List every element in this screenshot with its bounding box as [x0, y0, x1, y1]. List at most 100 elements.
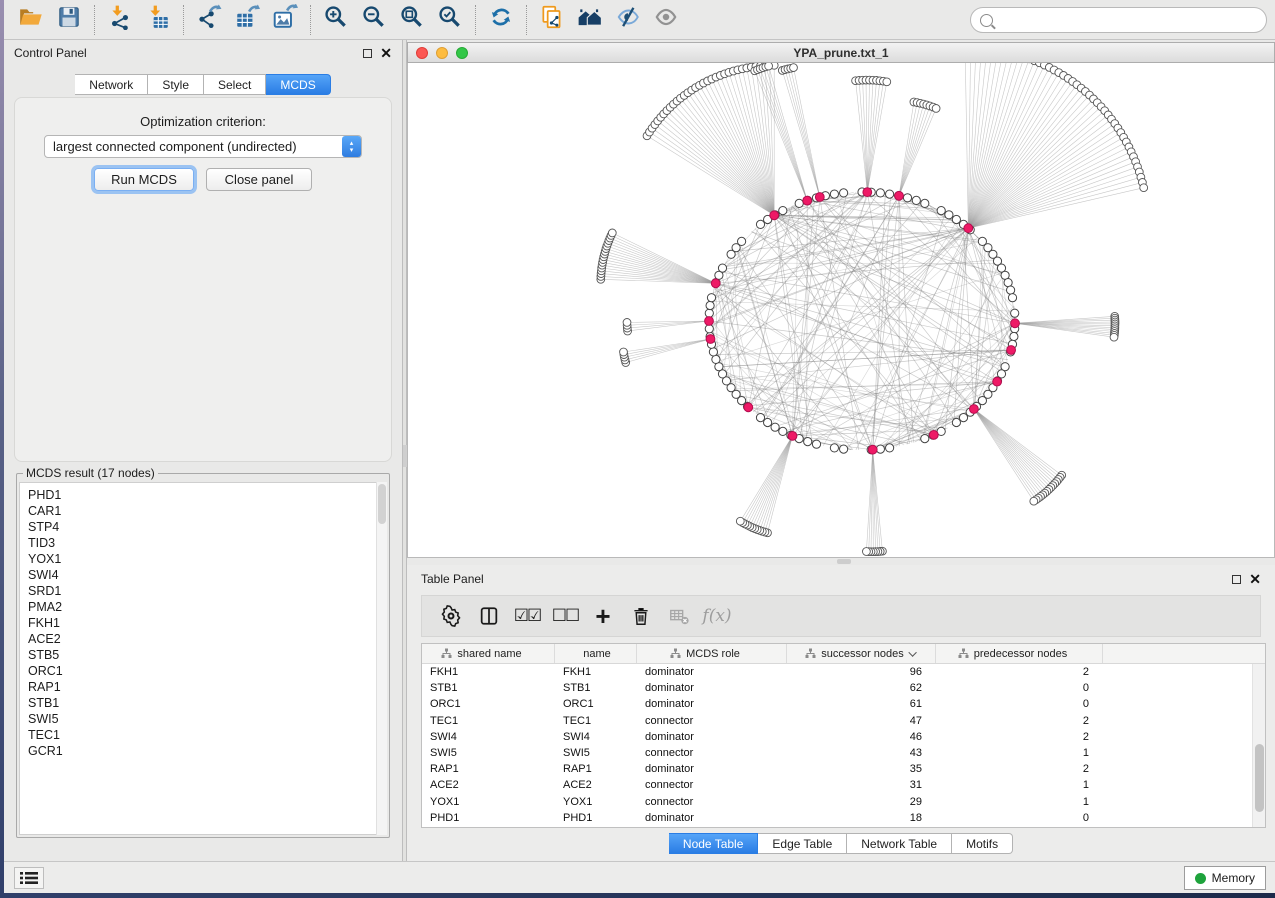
mcds-result-item[interactable]: SWI5	[28, 711, 386, 727]
mcds-result-item[interactable]: ACE2	[28, 631, 386, 647]
table-panel-title: Table Panel	[421, 572, 484, 586]
task-list-button[interactable]	[14, 867, 44, 889]
delete-table-button	[662, 599, 696, 633]
mcds-result-item[interactable]: FKH1	[28, 615, 386, 631]
optimization-criterion-select[interactable]: largest connected component (undirected)…	[44, 135, 362, 158]
table-row[interactable]: RAP1 RAP1 dominator 35 2	[422, 761, 1265, 777]
table-row[interactable]: ORC1 ORC1 dominator 61 0	[422, 696, 1265, 712]
mcds-result-item[interactable]: PHD1	[28, 487, 386, 503]
table-panel-header: Table Panel ✕	[407, 565, 1275, 593]
mcds-result-item[interactable]: CAR1	[28, 503, 386, 519]
select-all-button[interactable]: ☑☑	[510, 599, 544, 633]
show-columns-button[interactable]	[472, 599, 506, 633]
refresh-icon	[488, 4, 514, 35]
table-row[interactable]: STB1 STB1 dominator 62 0	[422, 680, 1265, 696]
mcds-result-item[interactable]: ORC1	[28, 663, 386, 679]
deselect-all-button[interactable]: ☐☐	[548, 599, 582, 633]
mcds-result-item[interactable]: STB1	[28, 695, 386, 711]
network-graph[interactable]	[408, 63, 1275, 558]
hide-selected-button[interactable]	[609, 3, 647, 37]
zoom-in-icon	[323, 4, 349, 35]
export-image-button[interactable]	[266, 3, 304, 37]
run-mcds-button[interactable]: Run MCDS	[94, 168, 194, 191]
status-bar: Memory	[4, 861, 1275, 893]
open-session-button[interactable]	[12, 3, 50, 37]
table-tab[interactable]: Node Table	[669, 833, 759, 854]
app-window: Control Panel ✕ NetworkStyleSelectMCDS O…	[4, 0, 1275, 893]
control-panel-tabs: NetworkStyleSelectMCDS	[4, 74, 402, 95]
column-header[interactable]: name	[555, 644, 637, 663]
table-row[interactable]: TEC1 TEC1 connector 47 2	[422, 713, 1265, 729]
zoom-in-button[interactable]	[317, 3, 355, 37]
add-column-button[interactable]: +	[586, 599, 620, 633]
import-network-button[interactable]	[101, 3, 139, 37]
table-row[interactable]: FKH1 FKH1 dominator 96 2	[422, 664, 1265, 680]
import-table-button[interactable]	[139, 3, 177, 37]
control-panel-tab[interactable]: Network	[75, 74, 148, 95]
zoom-fit-button[interactable]	[393, 3, 431, 37]
control-panel-tab[interactable]: MCDS	[266, 74, 330, 95]
memory-label: Memory	[1212, 871, 1255, 885]
show-eye-button[interactable]	[647, 3, 685, 37]
table-row[interactable]: YOX1 YOX1 connector 29 1	[422, 794, 1265, 810]
mcds-result-item[interactable]: STP4	[28, 519, 386, 535]
refresh-network-button[interactable]	[482, 3, 520, 37]
column-header[interactable]: successor nodes	[787, 644, 936, 663]
save-session-button[interactable]	[50, 3, 88, 37]
mcds-list-scrollbar[interactable]	[376, 482, 387, 835]
scrollbar-thumb[interactable]	[378, 484, 386, 524]
control-panel-tab[interactable]: Select	[204, 74, 266, 95]
mcds-result-item[interactable]: RAP1	[28, 679, 386, 695]
control-panel: Control Panel ✕ NetworkStyleSelectMCDS O…	[4, 40, 402, 861]
mcds-result-item[interactable]: STB5	[28, 647, 386, 663]
table-scrollbar[interactable]	[1252, 664, 1265, 827]
table-tab[interactable]: Edge Table	[758, 833, 847, 854]
table-row[interactable]: SWI5 SWI5 connector 43 1	[422, 745, 1265, 761]
close-panel-icon[interactable]: ✕	[1249, 574, 1261, 584]
search-input[interactable]	[998, 13, 1266, 27]
export-network-button[interactable]	[190, 3, 228, 37]
table-tab[interactable]: Network Table	[847, 833, 952, 854]
table-row[interactable]: PHD1 PHD1 dominator 18 0	[422, 810, 1265, 826]
mcds-result-item[interactable]: SRD1	[28, 583, 386, 599]
delete-columns-button[interactable]	[624, 599, 658, 633]
float-panel-icon[interactable]	[1232, 575, 1241, 584]
column-header[interactable]: predecessor nodes	[936, 644, 1103, 663]
network-view-titlebar[interactable]: YPA_prune.txt_1	[407, 42, 1275, 63]
import-table-icon	[145, 4, 171, 35]
mcds-result-item[interactable]: TID3	[28, 535, 386, 551]
mcds-result-item[interactable]: SWI4	[28, 567, 386, 583]
column-header[interactable]: MCDS role	[637, 644, 787, 663]
home-button[interactable]	[571, 3, 609, 37]
mcds-result-item[interactable]: GCR1	[28, 743, 386, 759]
control-panel-tab[interactable]: Style	[148, 74, 204, 95]
horizontal-splitter[interactable]	[407, 558, 1275, 565]
memory-button[interactable]: Memory	[1184, 866, 1266, 890]
toolbar-separator	[310, 5, 311, 35]
hierarchy-icon	[958, 648, 969, 659]
column-header[interactable]: shared name	[422, 644, 555, 663]
export-table-button[interactable]	[228, 3, 266, 37]
table-header-row: shared name name MCDS role	[422, 644, 1265, 664]
mcds-result-item[interactable]: TEC1	[28, 727, 386, 743]
zoom-selected-button[interactable]	[431, 3, 469, 37]
network-view-frame: YPA_prune.txt_1	[407, 42, 1275, 558]
close-panel-icon[interactable]: ✕	[380, 48, 392, 58]
table-row[interactable]: ACE2 ACE2 connector 31 1	[422, 777, 1265, 793]
close-panel-button[interactable]: Close panel	[206, 168, 312, 191]
table-row[interactable]: SWI4 SWI4 dominator 46 2	[422, 729, 1265, 745]
network-canvas[interactable]	[407, 63, 1275, 558]
table-tab[interactable]: Motifs	[952, 833, 1013, 854]
zoom-out-button[interactable]	[355, 3, 393, 37]
float-panel-icon[interactable]	[363, 49, 372, 58]
mcds-result-item[interactable]: PMA2	[28, 599, 386, 615]
table-mode-gear-button[interactable]	[434, 599, 468, 633]
mcds-result-list[interactable]: PHD1CAR1STP4TID3YOX1SWI4SRD1PMA2FKH1ACE2…	[19, 482, 387, 835]
network-view-title: YPA_prune.txt_1	[408, 46, 1274, 60]
mcds-result-item[interactable]: YOX1	[28, 551, 386, 567]
hierarchy-icon	[805, 648, 816, 659]
search-field[interactable]	[970, 7, 1267, 33]
splitter-handle[interactable]	[837, 559, 851, 564]
scrollbar-thumb[interactable]	[1255, 744, 1264, 812]
clone-network-button[interactable]	[533, 3, 571, 37]
